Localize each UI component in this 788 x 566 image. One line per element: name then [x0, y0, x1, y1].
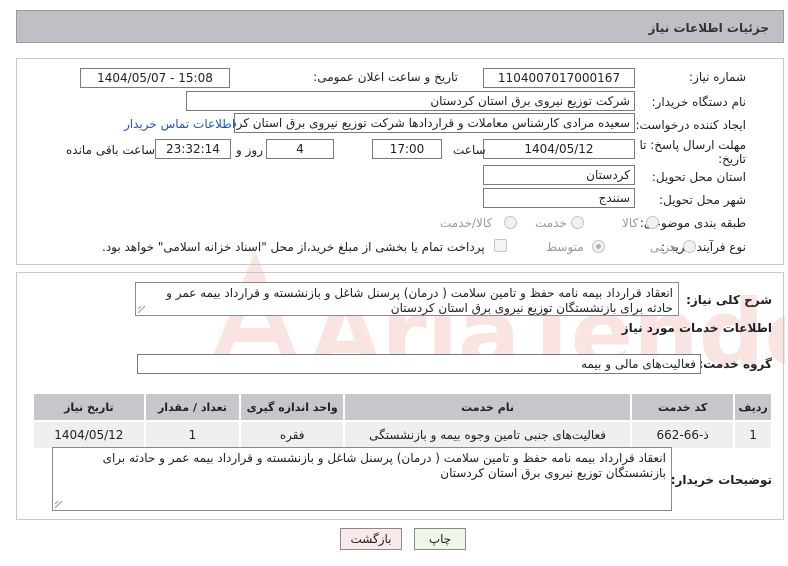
summary-textarea[interactable]: انعقاد قرارداد بیمه نامه حفظ و تامین سلا…	[135, 282, 679, 316]
deadline-days-label: روز و	[236, 143, 263, 157]
cell-service-code: ذ-66-662	[629, 420, 736, 450]
category-radio-goods[interactable]	[646, 216, 659, 229]
col-header-unit: واحد اندازه گیری	[239, 392, 346, 422]
requester-label: ایجاد کننده درخواست:	[635, 118, 746, 132]
buyer-notes-text: انعقاد قرارداد بیمه نامه حفظ و تامین سلا…	[102, 451, 666, 480]
service-group-field[interactable]: فعالیت‌های مالی و بیمه	[137, 354, 701, 374]
cell-quantity: 1	[143, 420, 242, 450]
need-number-label: شماره نیاز:	[689, 70, 746, 84]
resize-handle-icon[interactable]	[54, 500, 63, 509]
panel-header: جزئیات اطلاعات نیاز	[16, 10, 784, 43]
treasury-checkbox-label: پرداخت تمام یا بخشی از مبلغ خرید،از محل …	[102, 240, 485, 254]
services-title: اطلاعات خدمات مورد نیاز	[621, 321, 772, 335]
table-row[interactable]: 1404/05/12 1 فقره فعالیت‌های جنبی تامین …	[32, 420, 773, 450]
category-option-service: خدمت	[535, 216, 567, 230]
summary-label: شرح کلی نیاز:	[686, 293, 772, 307]
remaining-time-field[interactable]: 23:32:14	[155, 139, 231, 159]
deadline-days-field[interactable]: 4	[266, 139, 334, 159]
panel-title: جزئیات اطلاعات نیاز	[648, 21, 769, 35]
table-header-row: تاریخ نیاز تعداد / مقدار واحد اندازه گیر…	[32, 392, 773, 422]
resize-handle-icon[interactable]	[137, 305, 146, 314]
purchase-option-minor: جزیی	[650, 240, 678, 254]
category-radio-goods-service[interactable]	[504, 216, 517, 229]
cell-row-number: 1	[733, 420, 773, 450]
deadline-time-label: ساعت	[453, 143, 486, 157]
deadline-time-field[interactable]: 17:00	[372, 139, 442, 159]
summary-text: انعقاد قرارداد بیمه نامه حفظ و تامین سلا…	[166, 286, 673, 315]
col-header-quantity: تعداد / مقدار	[143, 392, 242, 422]
announce-datetime-field[interactable]: 1404/05/07 - 15:08	[80, 68, 230, 88]
city-field[interactable]: سنندج	[483, 188, 635, 208]
cell-need-date: 1404/05/12	[32, 420, 146, 450]
col-header-service-code: کد خدمت	[629, 392, 736, 422]
print-button[interactable]: چاپ	[414, 528, 466, 550]
col-header-service-name: نام خدمت	[343, 392, 632, 422]
need-info-section	[16, 58, 784, 265]
province-field[interactable]: کردستان	[483, 165, 635, 185]
city-label: شهر محل تحویل:	[659, 193, 746, 207]
buyer-contact-link[interactable]: اطلاعات تماس خریدار	[124, 117, 235, 131]
announce-datetime-label: تاریخ و ساعت اعلان عمومی:	[313, 70, 458, 84]
deadline-date-field[interactable]: 1404/05/12	[483, 139, 635, 159]
buyer-notes-label: توضیحات خریدار:	[670, 473, 772, 487]
col-header-row-number: ردیف	[733, 392, 773, 422]
back-button[interactable]: بازگشت	[340, 528, 402, 550]
treasury-checkbox[interactable]	[494, 239, 507, 252]
province-label: استان محل تحویل:	[651, 170, 746, 184]
category-option-goods-service: کالا/خدمت	[440, 216, 493, 230]
category-option-goods: کالا	[622, 216, 639, 230]
col-header-need-date: تاریخ نیاز	[32, 392, 146, 422]
buyer-notes-textarea[interactable]: انعقاد قرارداد بیمه نامه حفظ و تامین سلا…	[52, 447, 672, 511]
buyer-org-field[interactable]: شرکت توزیع نیروی برق استان کردستان	[186, 91, 635, 111]
cell-unit: فقره	[239, 420, 346, 450]
remaining-time-label: ساعت باقی مانده	[66, 143, 156, 157]
purchase-radio-medium[interactable]	[592, 240, 605, 253]
purchase-option-medium: متوسط	[546, 240, 584, 254]
need-number-field[interactable]: 1104007017000167	[483, 68, 635, 88]
deadline-label: مهلت ارسال پاسخ: تا	[639, 138, 746, 152]
purchase-radio-minor[interactable]	[683, 240, 696, 253]
deadline-label-date: تاریخ:	[718, 152, 746, 166]
services-table: تاریخ نیاز تعداد / مقدار واحد اندازه گیر…	[32, 392, 773, 450]
service-group-label: گروه خدمت:	[698, 357, 772, 371]
requester-field[interactable]: سعیده مرادی کارشناس معاملات و قراردادها …	[234, 113, 635, 133]
buyer-org-label: نام دستگاه خریدار:	[651, 95, 747, 109]
category-radio-service[interactable]	[571, 216, 584, 229]
cell-service-name: فعالیت‌های جنبی تامین وجوه بیمه و بازنشس…	[343, 420, 632, 450]
